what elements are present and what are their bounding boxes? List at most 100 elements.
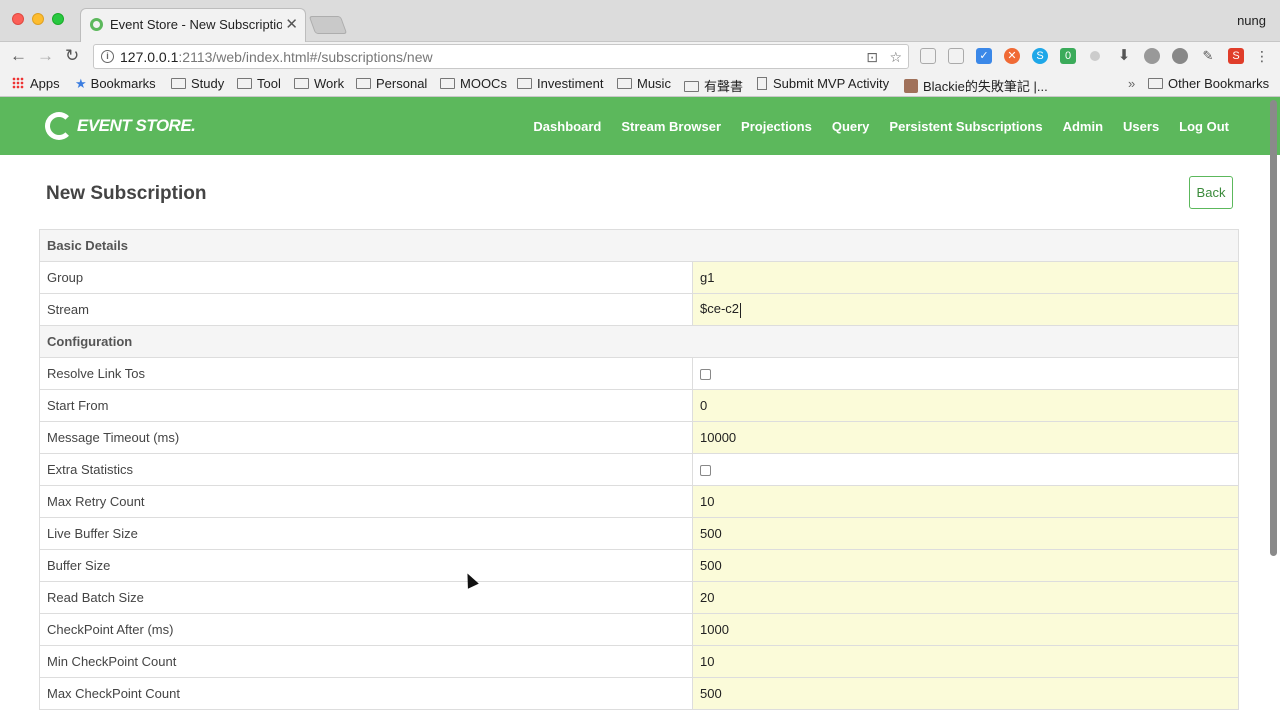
url-text[interactable]: 127.0.0.1:2113/web/index.html#/subscript… (120, 49, 433, 65)
new-tab-button[interactable] (308, 16, 348, 34)
nav-dashboard[interactable]: Dashboard (533, 119, 601, 134)
profile-name[interactable]: nung (1237, 13, 1266, 28)
folder-icon (617, 78, 632, 89)
forward-arrow-icon[interactable]: → (37, 46, 54, 66)
folder-icon (237, 78, 252, 89)
s-extension-icon[interactable]: S (1228, 48, 1244, 64)
trello-extension-icon[interactable] (948, 48, 964, 64)
resolve-link-tos-checkbox[interactable] (700, 369, 711, 381)
browser-titlebar: Event Store - New Subscription ✕ nung (0, 0, 1280, 42)
apps-grid-icon (12, 77, 24, 89)
live-buffer-size-input[interactable]: 500 (692, 517, 1239, 550)
read-batch-size-label: Read Batch Size (39, 581, 693, 614)
bookmark-apps[interactable]: Apps (12, 76, 60, 91)
checkpoint-after-label: CheckPoint After (ms) (39, 613, 693, 646)
maximize-window-button[interactable] (52, 13, 64, 25)
bookmark-blackie[interactable]: Blackie的失敗筆記 |... (904, 76, 1048, 95)
tab-close-icon[interactable]: ✕ (285, 15, 298, 33)
group-input[interactable]: g1 (692, 261, 1239, 294)
bookmarks-overflow-icon[interactable]: » (1128, 76, 1135, 91)
table-row: Min CheckPoint Count 10 (39, 645, 1239, 678)
bookmark-star-icon[interactable]: ☆ (889, 49, 902, 66)
eventstore-favicon-icon (90, 18, 103, 31)
section-basic-details: Basic Details (39, 229, 1239, 262)
bookmark-tool[interactable]: Tool (237, 76, 281, 91)
page-scrollbar[interactable] (1270, 100, 1277, 556)
bookmark-work[interactable]: Work (294, 76, 344, 91)
checkpoint-after-input[interactable]: 1000 (692, 613, 1239, 646)
folder-icon (517, 78, 532, 89)
back-arrow-icon[interactable]: ← (10, 46, 27, 66)
eyedropper-extension-icon[interactable]: ✎ (1200, 48, 1216, 64)
avatar-icon (904, 79, 918, 93)
nav-users[interactable]: Users (1123, 119, 1159, 134)
start-from-input[interactable]: 0 (692, 389, 1239, 422)
chrome-menu-icon[interactable]: ⋮ (1254, 48, 1270, 64)
dot-extension-icon[interactable] (1090, 51, 1100, 61)
table-row: Extra Statistics (39, 453, 1239, 486)
bookmark-other[interactable]: Other Bookmarks (1148, 76, 1269, 91)
table-row: Resolve Link Tos (39, 357, 1239, 390)
close-window-button[interactable] (12, 13, 24, 25)
bookmark-investiment[interactable]: Investiment (517, 76, 603, 91)
table-row: Buffer Size 500 (39, 549, 1239, 582)
min-checkpoint-count-input[interactable]: 10 (692, 645, 1239, 678)
bookmark-audiobooks[interactable]: 有聲書 (684, 76, 743, 95)
download-extension-icon[interactable]: ⬇ (1116, 48, 1132, 64)
eventstore-logo[interactable]: EVENT STORE. (45, 112, 196, 140)
bookmark-music[interactable]: Music (617, 76, 671, 91)
site-info-icon[interactable]: i (101, 50, 114, 63)
main-nav: Dashboard Stream Browser Projections Que… (513, 119, 1229, 134)
bookmark-moocs[interactable]: MOOCs (440, 76, 507, 91)
message-timeout-input[interactable]: 10000 (692, 421, 1239, 454)
tomato-extension-icon[interactable] (1144, 48, 1160, 64)
start-from-label: Start From (39, 389, 693, 422)
nav-query[interactable]: Query (832, 119, 870, 134)
skype-extension-icon[interactable]: S (1032, 48, 1048, 64)
translate-icon[interactable]: ⊡ (866, 49, 878, 66)
stream-input[interactable]: $ce-c2 (692, 293, 1239, 326)
resolve-link-tos-cell (692, 357, 1239, 390)
star-icon: ★ (75, 76, 87, 91)
max-retry-count-input[interactable]: 10 (692, 485, 1239, 518)
extra-statistics-cell (692, 453, 1239, 486)
table-row: Group g1 (39, 261, 1239, 294)
table-row: Read Batch Size 20 (39, 581, 1239, 614)
message-timeout-label: Message Timeout (ms) (39, 421, 693, 454)
app-header: EVENT STORE. Dashboard Stream Browser Pr… (0, 97, 1280, 155)
back-button[interactable]: Back (1189, 176, 1233, 209)
table-row: Max Retry Count 10 (39, 485, 1239, 518)
evernote-extension-icon[interactable]: 0 (1060, 48, 1076, 64)
table-row: CheckPoint After (ms) 1000 (39, 613, 1239, 646)
reload-icon[interactable]: ↻ (65, 46, 79, 66)
text-caret (740, 302, 742, 318)
bookmark-submit-mvp[interactable]: Submit MVP Activity (757, 76, 889, 91)
pocket-extension-icon[interactable]: ✓ (976, 48, 992, 64)
document-icon (757, 77, 767, 90)
crossout-extension-icon[interactable]: ✕ (1004, 48, 1020, 64)
group-label: Group (39, 261, 693, 294)
nav-projections[interactable]: Projections (741, 119, 812, 134)
table-row: Max CheckPoint Count 500 (39, 677, 1239, 710)
table-row: Message Timeout (ms) 10000 (39, 421, 1239, 454)
bookmark-personal[interactable]: Personal (356, 76, 427, 91)
browser-toolbar: ← → ↻ i 127.0.0.1:2113/web/index.html#/s… (0, 42, 1280, 72)
extra-statistics-checkbox[interactable] (700, 465, 711, 477)
tab-title: Event Store - New Subscription (110, 17, 282, 32)
bookmark-bookmarks[interactable]: ★ Bookmarks (75, 76, 156, 92)
read-batch-size-input[interactable]: 20 (692, 581, 1239, 614)
min-checkpoint-count-label: Min CheckPoint Count (39, 645, 693, 678)
copy-extension-icon[interactable] (920, 48, 936, 64)
max-retry-count-label: Max Retry Count (39, 485, 693, 518)
browser-tab-active[interactable]: Event Store - New Subscription ✕ (80, 8, 306, 42)
buffer-size-input[interactable]: 500 (692, 549, 1239, 582)
max-checkpoint-count-input[interactable]: 500 (692, 677, 1239, 710)
nav-stream-browser[interactable]: Stream Browser (621, 119, 721, 134)
minimize-window-button[interactable] (32, 13, 44, 25)
nav-admin[interactable]: Admin (1063, 119, 1103, 134)
nav-log-out[interactable]: Log Out (1179, 119, 1229, 134)
bookmark-study[interactable]: Study (171, 76, 224, 91)
line-extension-icon[interactable] (1172, 48, 1188, 64)
address-bar[interactable]: i 127.0.0.1:2113/web/index.html#/subscri… (93, 44, 909, 69)
nav-persistent-subscriptions[interactable]: Persistent Subscriptions (889, 119, 1042, 134)
